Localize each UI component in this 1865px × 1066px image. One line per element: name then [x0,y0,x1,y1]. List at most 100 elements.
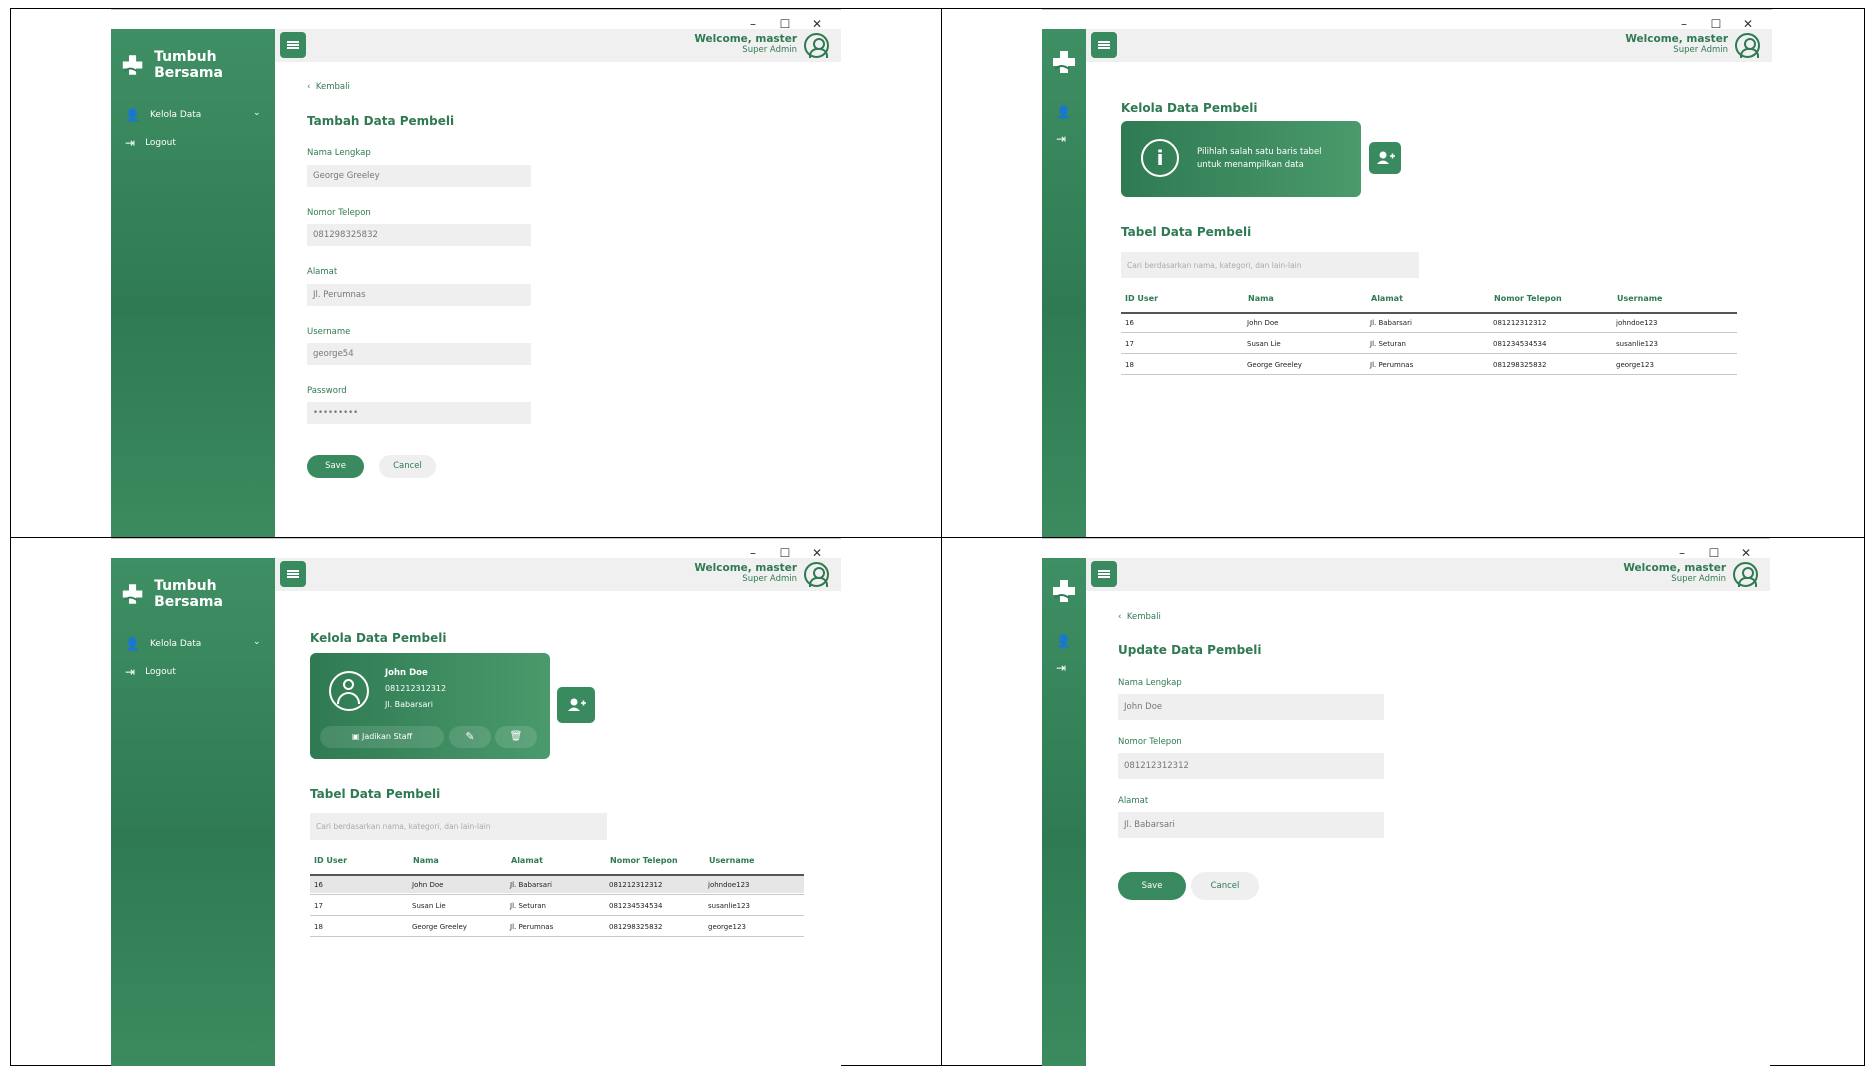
welcome-block: Welcome, master Super Admin [1623,562,1726,584]
buyer-table: ID User Nama Alamat Nomor Telepon Userna… [310,856,804,956]
page-title: Kelola Data Pembeli [1121,101,1258,115]
password-input[interactable]: ••••••••• [307,402,531,424]
save-button[interactable]: Save [1118,872,1186,900]
edit-button[interactable]: ✎ [449,726,491,748]
back-label: Kembali [315,82,350,92]
user-avatar-icon[interactable] [804,33,829,58]
add-user-button[interactable] [557,687,595,723]
menu-button[interactable] [1091,561,1117,587]
nomor-telepon-input[interactable]: 081298325832 [307,224,531,246]
brand: Tumbuh Bersama [121,49,275,81]
window-add-buyer: – ☐ ✕ Tumbuh Bersama 👤 Kelola Data ⌄ ⇥ L… [111,9,841,537]
column-header[interactable]: Nama [413,856,439,865]
page-title: Tambah Data Pembeli [307,114,455,128]
brand-name: Tumbuh Bersama [154,578,223,610]
cancel-button[interactable]: Cancel [1191,872,1259,900]
back-link[interactable]: ‹ Kembali [307,82,350,92]
buyer-table: ID User Nama Alamat Nomor Telepon Userna… [1121,294,1737,394]
sidebar-item-logout[interactable]: ⇥ Logout [125,665,176,679]
field-label-alamat: Alamat [1118,796,1149,806]
sidebar-item-kelola-data[interactable]: 👤 Kelola Data ⌄ [125,637,265,651]
save-button[interactable]: Save [307,455,364,478]
cancel-button[interactable]: Cancel [379,455,436,478]
topbar: Welcome, master Super Admin [275,558,841,591]
back-link[interactable]: ‹ Kembali [1118,612,1161,622]
column-header[interactable]: Alamat [511,856,543,865]
logo-icon [122,55,143,75]
trash-icon: 🗑 [509,731,523,742]
nomor-telepon-input[interactable]: 081212312312 [1118,753,1384,779]
role-text: Super Admin [1673,45,1728,55]
add-user-icon [1377,151,1395,164]
page-title: Update Data Pembeli [1118,643,1262,657]
add-user-button[interactable] [1369,142,1401,174]
make-staff-button[interactable]: ▣ Jadikan Staff [320,726,444,748]
add-user-icon [568,698,586,711]
search-input[interactable]: Cari berdasarkan nama, kategori, dan lai… [1121,252,1419,278]
sidebar-item-kelola-data[interactable]: 👤 Kelola Data ⌄ [125,108,265,122]
window-update-buyer: – ☐ ✕ 👤 ⇥ Welcome, master Super Admin ‹ … [1042,538,1770,1066]
id-badge-icon: ▣ [351,732,360,741]
delete-button[interactable]: 🗑 [495,726,537,748]
column-header[interactable]: Username [709,856,754,865]
welcome-block: Welcome, master Super Admin [694,33,797,55]
back-label: Kembali [1126,612,1161,622]
selected-name: John Doe [385,668,428,678]
field-label-password: Password [307,386,347,396]
user-circle-icon [329,671,369,711]
info-icon: i [1141,139,1179,177]
welcome-block: Welcome, master Super Admin [694,562,797,584]
alamat-input[interactable]: Jl. Babarsari [1118,812,1384,838]
role-text: Super Admin [1671,574,1726,584]
search-input[interactable]: Cari berdasarkan nama, kategori, dan lai… [310,813,607,840]
logout-icon[interactable]: ⇥ [1056,132,1066,146]
role-text: Super Admin [742,574,797,584]
column-header[interactable]: ID User [1125,294,1158,303]
chevron-down-icon: ⌄ [253,108,261,118]
nama-lengkap-input[interactable]: John Doe [1118,694,1384,720]
users-gear-icon: 👤 [125,637,140,651]
column-header[interactable]: ID User [314,856,347,865]
chevron-down-icon: ⌄ [253,637,261,647]
logout-icon: ⇥ [125,136,136,150]
pencil-icon: ✎ [465,730,475,743]
table-title: Tabel Data Pembeli [1121,225,1252,239]
field-label-username: Username [307,327,351,337]
field-label-alamat: Alamat [307,267,338,277]
logout-icon: ⇥ [125,665,136,679]
users-gear-icon[interactable]: 👤 [1056,634,1071,648]
brand-name: Tumbuh Bersama [154,49,223,81]
user-avatar-icon[interactable] [1733,562,1758,587]
column-header[interactable]: Nama [1248,294,1274,303]
window-manage-buyer-selected: – ☐ ✕ Tumbuh Bersama 👤 Kelola Data ⌄ ⇥ L… [111,538,841,1066]
menu-button[interactable] [1091,32,1117,58]
user-avatar-icon[interactable] [804,562,829,587]
selected-buyer-card: John Doe 081212312312 Jl. Babarsari ▣ Ja… [310,653,550,759]
sidebar-item-logout[interactable]: ⇥ Logout [125,136,176,150]
logout-icon[interactable]: ⇥ [1056,661,1066,675]
username-input[interactable]: george54 [307,343,531,365]
nama-lengkap-input[interactable]: George Greeley [307,165,531,187]
brand: Tumbuh Bersama [121,578,275,610]
alamat-input[interactable]: Jl. Perumnas [307,284,531,306]
selected-phone: 081212312312 [385,684,447,693]
sidebar-collapsed: 👤 ⇥ [1042,29,1086,537]
column-header[interactable]: Nomor Telepon [1494,294,1562,303]
column-header[interactable]: Alamat [1371,294,1403,303]
menu-button[interactable] [280,561,306,587]
logo-icon [122,584,143,604]
topbar: Welcome, master Super Admin [275,29,841,62]
topbar: Welcome, master Super Admin [1086,558,1770,591]
welcome-block: Welcome, master Super Admin [1625,33,1728,55]
field-label-telepon: Nomor Telepon [307,208,371,218]
column-header[interactable]: Username [1617,294,1662,303]
column-header[interactable]: Nomor Telepon [610,856,678,865]
users-gear-icon[interactable]: 👤 [1056,105,1071,119]
user-avatar-icon[interactable] [1735,33,1760,58]
page-title: Kelola Data Pembeli [310,631,447,645]
logo-icon [1053,580,1075,602]
menu-button[interactable] [280,32,306,58]
sidebar: Tumbuh Bersama 👤 Kelola Data ⌄ ⇥ Logout [111,29,275,537]
info-card: i Pilihlah salah satu baris tabel untuk … [1121,121,1361,197]
welcome-text: Welcome, master [694,33,797,45]
